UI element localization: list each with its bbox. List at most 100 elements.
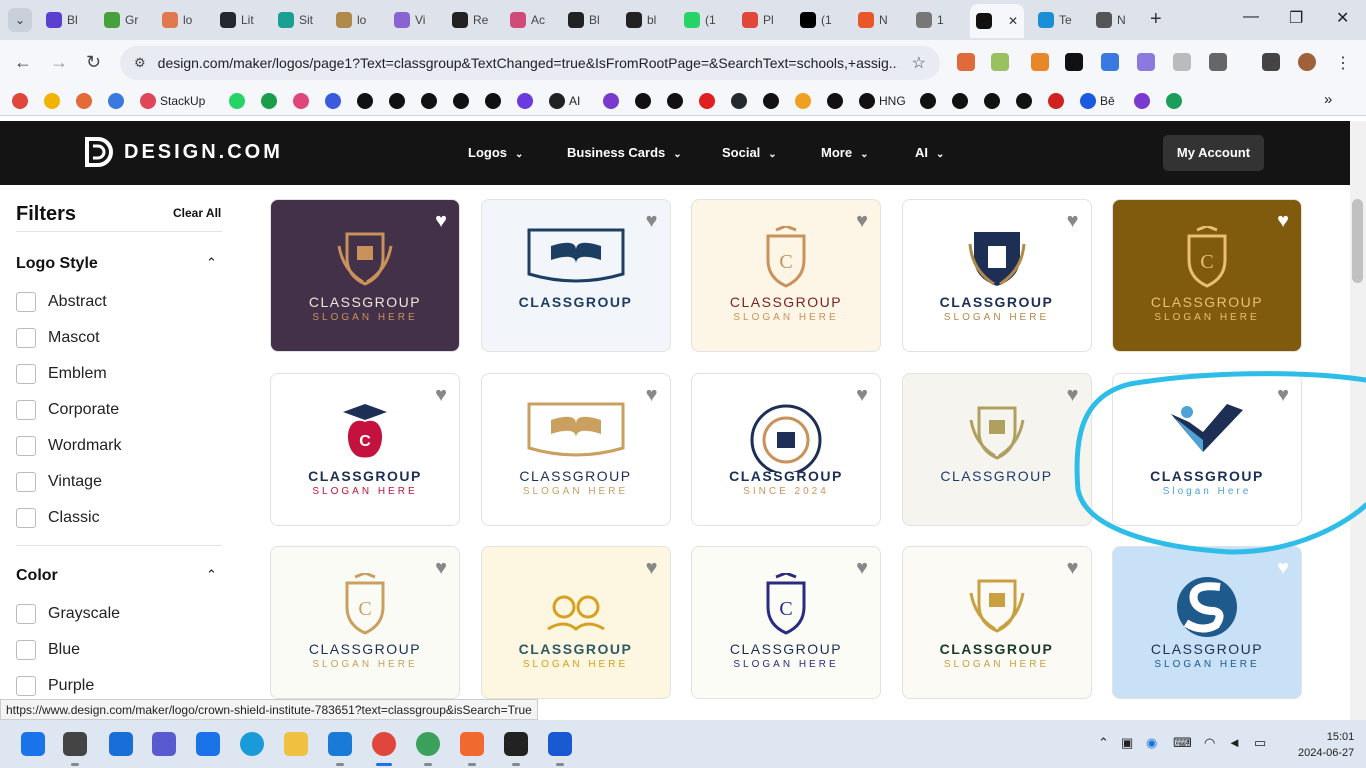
taskbar-chrome-2-icon[interactable] <box>416 732 440 756</box>
checkbox[interactable] <box>16 472 36 492</box>
favorite-heart-icon[interactable]: ♥ <box>646 210 658 233</box>
bookmark-favicon-icon[interactable] <box>108 93 124 109</box>
taskbar-start-icon[interactable] <box>21 732 45 756</box>
browser-tab[interactable]: (1 <box>794 6 838 34</box>
filter-vintage[interactable]: Vintage <box>16 472 102 492</box>
bookmark-favicon-icon[interactable] <box>229 93 245 109</box>
logo-card[interactable]: C CLASSGROUP SLOGAN HERE ♥ <box>691 199 881 352</box>
bookmarks-overflow-button[interactable]: » <box>1324 91 1332 108</box>
tab-search-chevron-icon[interactable]: ⌄ <box>8 8 32 32</box>
favorite-heart-icon[interactable]: ♥ <box>646 384 658 407</box>
bookmark-favicon-icon[interactable] <box>549 93 565 109</box>
bookmark-favicon-icon[interactable] <box>1080 93 1096 109</box>
back-button[interactable]: ← <box>14 52 32 73</box>
logo-card[interactable]: CLASSGROUP SLOGAN HERE ♥ <box>480 372 671 526</box>
bookmark-label[interactable]: Bē <box>1100 94 1115 108</box>
nav-business-cards[interactable]: Business Cards ⌄ <box>567 145 682 160</box>
taskbar-file-explorer-dark-icon[interactable] <box>63 732 87 756</box>
filter-abstract[interactable]: Abstract <box>16 292 107 312</box>
browser-tab[interactable]: (1 <box>678 6 722 34</box>
bookmark-favicon-icon[interactable] <box>261 93 277 109</box>
taskbar-edge-icon[interactable] <box>240 732 264 756</box>
wifi-icon[interactable]: ◠ <box>1204 735 1215 751</box>
taskbar-widgets-icon[interactable] <box>109 732 133 756</box>
bookmark-favicon-icon[interactable] <box>140 93 156 109</box>
browser-tab[interactable]: Bl <box>40 6 84 34</box>
bookmark-favicon-icon[interactable] <box>763 93 779 109</box>
taskbar-terminal-icon[interactable] <box>504 732 528 756</box>
extension-icon[interactable] <box>1173 53 1191 71</box>
favorite-heart-icon[interactable]: ♥ <box>435 210 447 233</box>
filter-emblem[interactable]: Emblem <box>16 364 107 384</box>
metamask-extension-icon[interactable] <box>1031 53 1049 71</box>
logo-card[interactable]: C CLASSGROUP SLOGAN HERE ♥ <box>691 546 881 699</box>
my-account-button[interactable]: My Account <box>1163 135 1264 171</box>
site-logo-text[interactable]: DESIGN.COM <box>124 141 283 164</box>
bookmark-favicon-icon[interactable] <box>635 93 651 109</box>
chevron-up-icon[interactable]: ⌃ <box>206 567 217 583</box>
filter-corporate[interactable]: Corporate <box>16 400 119 420</box>
favorite-heart-icon[interactable]: ♥ <box>435 557 447 580</box>
taskbar-folder-icon[interactable] <box>284 732 308 756</box>
address-bar[interactable]: ⚙ design.com/maker/logos/page1?Text=clas… <box>120 46 940 80</box>
filter-blue[interactable]: Blue <box>16 640 80 660</box>
favorite-heart-icon[interactable]: ♥ <box>435 384 447 407</box>
bookmark-favicon-icon[interactable] <box>859 93 875 109</box>
favorite-heart-icon[interactable]: ♥ <box>1277 557 1289 580</box>
logo-card[interactable]: CLASSGROUP SLOGAN HERE ♥ <box>901 546 1092 699</box>
battery-icon[interactable]: ▭ <box>1254 735 1266 751</box>
bookmark-favicon-icon[interactable] <box>357 93 373 109</box>
extension-icon[interactable] <box>991 53 1009 71</box>
checkbox[interactable] <box>16 328 36 348</box>
reload-button[interactable]: ↻ <box>86 52 101 73</box>
url-text[interactable]: design.com/maker/logos/page1?Text=classg… <box>158 55 898 71</box>
extensions-puzzle-icon[interactable] <box>1209 53 1227 71</box>
bookmark-favicon-icon[interactable] <box>603 93 619 109</box>
checkbox[interactable] <box>16 400 36 420</box>
bookmark-favicon-icon[interactable] <box>421 93 437 109</box>
browser-tab[interactable]: Bl <box>562 6 606 34</box>
nav-more[interactable]: More ⌄ <box>821 145 868 160</box>
bookmark-favicon-icon[interactable] <box>920 93 936 109</box>
bookmark-label[interactable]: HNG <box>879 94 906 108</box>
extension-icon[interactable] <box>957 53 975 71</box>
extension-icon[interactable] <box>1101 53 1119 71</box>
page-scrollbar[interactable] <box>1350 121 1366 720</box>
browser-tab[interactable]: Pl <box>736 6 780 34</box>
bookmark-favicon-icon[interactable] <box>485 93 501 109</box>
bookmark-favicon-icon[interactable] <box>827 93 843 109</box>
nav-logos[interactable]: Logos ⌄ <box>468 145 523 160</box>
bookmark-favicon-icon[interactable] <box>76 93 92 109</box>
filter-mascot[interactable]: Mascot <box>16 328 100 348</box>
volume-icon[interactable]: ◄ <box>1228 735 1241 750</box>
maximize-button[interactable]: ❐ <box>1289 8 1303 28</box>
logo-card[interactable]: C CLASSGROUP SLOGAN HERE ♥ <box>270 546 460 699</box>
favorite-heart-icon[interactable]: ♥ <box>1277 384 1289 407</box>
logo-card[interactable]: CLASSGROUP SLOGAN HERE ♥ <box>270 199 460 352</box>
favorite-heart-icon[interactable]: ♥ <box>1067 557 1079 580</box>
bookmark-favicon-icon[interactable] <box>1134 93 1150 109</box>
bookmark-favicon-icon[interactable] <box>1048 93 1064 109</box>
bookmark-favicon-icon[interactable] <box>731 93 747 109</box>
logo-card[interactable]: CLASSGROUP ♥ <box>480 199 671 352</box>
logo-style-section-title[interactable]: Logo Style <box>16 255 98 273</box>
browser-tab[interactable]: 1 <box>910 6 950 34</box>
browser-tab[interactable]: lo <box>156 6 198 34</box>
taskbar-word-icon[interactable] <box>548 732 572 756</box>
checkbox[interactable] <box>16 676 36 696</box>
minimize-button[interactable]: — <box>1243 8 1259 26</box>
taskbar-teams-icon[interactable] <box>152 732 176 756</box>
browser-tab[interactable]: Sit <box>272 6 319 34</box>
menu-kebab-icon[interactable]: ⋮ <box>1334 53 1352 72</box>
browser-tab[interactable]: Lit <box>214 6 260 34</box>
logo-card[interactable]: CLASSGROUP SLOGAN HERE ♥ <box>901 199 1092 352</box>
design-com-logo-icon[interactable] <box>84 135 114 169</box>
checkbox[interactable] <box>16 364 36 384</box>
extension-icon[interactable] <box>1137 53 1155 71</box>
browser-tab[interactable]: N <box>852 6 894 34</box>
bookmark-favicon-icon[interactable] <box>453 93 469 109</box>
bookmark-label[interactable]: AI <box>569 94 580 108</box>
browser-tab[interactable]: Vi <box>388 6 431 34</box>
nav-ai[interactable]: AI ⌄ <box>915 145 944 160</box>
color-section-title[interactable]: Color <box>16 567 58 585</box>
